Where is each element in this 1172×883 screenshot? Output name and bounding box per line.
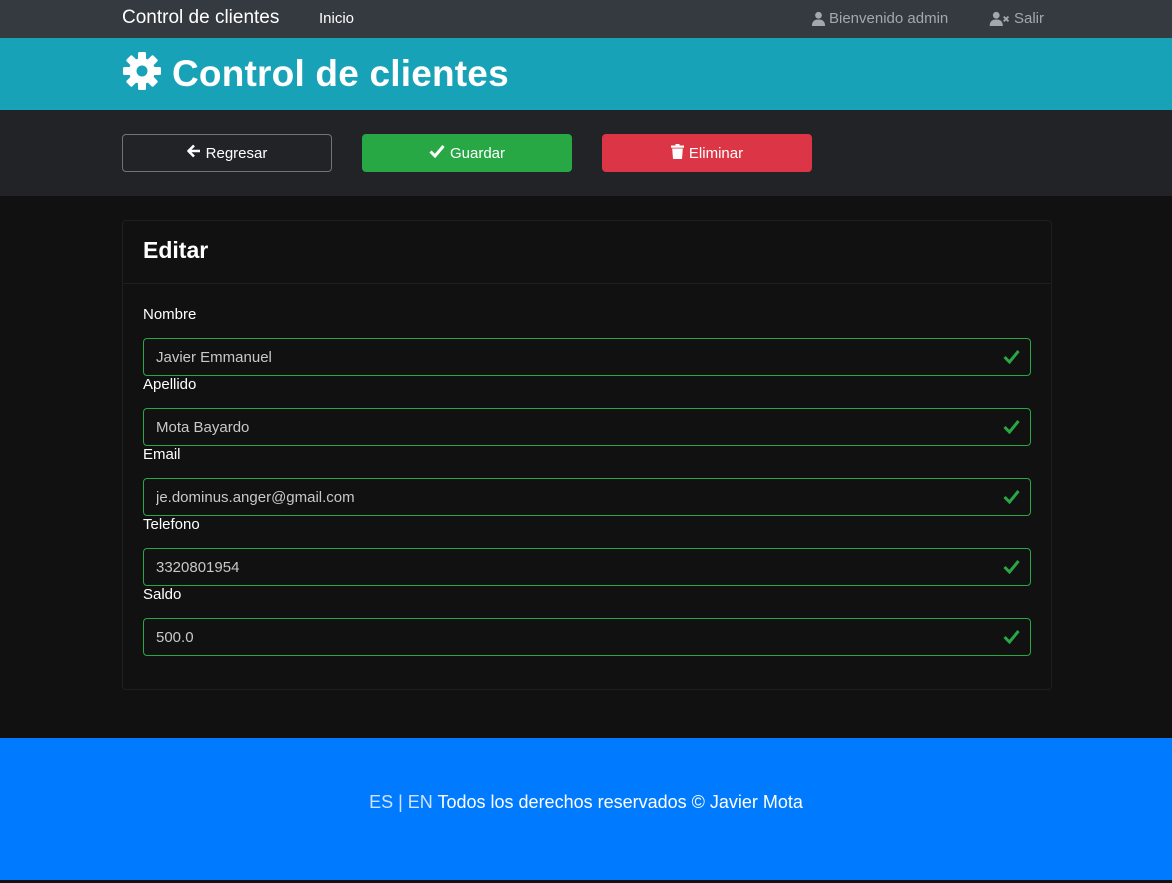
- valid-check-icon: [1003, 629, 1020, 649]
- form-group-nombre: Nombre: [143, 306, 1031, 376]
- valid-check-icon: [1003, 489, 1020, 509]
- back-button-label: Regresar: [205, 144, 268, 162]
- form-group-saldo: Saldo: [143, 586, 1031, 656]
- saldo-input[interactable]: [144, 619, 1030, 655]
- action-bar: Regresar Guardar Eliminar: [0, 110, 1172, 196]
- nav-logout-label: Salir: [1014, 10, 1045, 27]
- saldo-label: Saldo: [143, 586, 182, 603]
- delete-button[interactable]: Eliminar: [602, 134, 812, 172]
- navbar-brand[interactable]: Control de clientes: [122, 7, 279, 29]
- valid-check-icon: [1003, 349, 1020, 369]
- nombre-field: [143, 338, 1031, 376]
- check-icon: [429, 144, 445, 162]
- email-input[interactable]: [144, 479, 1030, 515]
- form-group-telefono: Telefono: [143, 516, 1031, 586]
- card-title: Editar: [143, 237, 209, 263]
- edit-card: Editar Nombre Apellido Email Telefono: [122, 220, 1052, 690]
- valid-check-icon: [1003, 419, 1020, 439]
- footer-text: ES | EN Todos los derechos reservados © …: [0, 792, 1172, 813]
- copyright-text: Todos los derechos reservados © Javier M…: [437, 792, 803, 812]
- nav-logout-link[interactable]: Salir: [989, 10, 1044, 27]
- telefono-input[interactable]: [144, 549, 1030, 585]
- nav-link-inicio[interactable]: Inicio: [319, 10, 354, 27]
- lang-separator: |: [398, 792, 403, 812]
- card-header: Editar: [123, 221, 1051, 284]
- nombre-label: Nombre: [143, 306, 197, 323]
- valid-check-icon: [1003, 559, 1020, 579]
- user-times-icon: [989, 11, 1011, 26]
- apellido-input[interactable]: [144, 409, 1030, 445]
- arrow-left-icon: [186, 144, 201, 162]
- user-icon: [811, 11, 826, 26]
- lang-en-link[interactable]: EN: [408, 792, 433, 812]
- gear-icon: [122, 51, 162, 96]
- lang-es-link[interactable]: ES: [369, 792, 393, 812]
- apellido-field: [143, 408, 1031, 446]
- nav-welcome-label: Bienvenido admin: [829, 10, 949, 27]
- page-footer: ES | EN Todos los derechos reservados © …: [0, 738, 1172, 880]
- telefono-label: Telefono: [143, 516, 200, 533]
- delete-button-label: Eliminar: [688, 144, 744, 162]
- nombre-input[interactable]: [144, 339, 1030, 375]
- form-group-apellido: Apellido: [143, 376, 1031, 446]
- email-label: Email: [143, 446, 181, 463]
- nav-welcome-link[interactable]: Bienvenido admin: [811, 10, 948, 27]
- page-header: Control de clientes: [0, 38, 1172, 110]
- saldo-field: [143, 618, 1031, 656]
- save-button-label: Guardar: [449, 144, 506, 162]
- page-title: Control de clientes: [172, 52, 509, 94]
- top-navbar: Control de clientes Inicio Bienvenido ad…: [0, 0, 1172, 38]
- back-button[interactable]: Regresar: [122, 134, 332, 172]
- apellido-label: Apellido: [143, 376, 197, 393]
- save-button[interactable]: Guardar: [362, 134, 572, 172]
- email-field: [143, 478, 1031, 516]
- telefono-field: [143, 548, 1031, 586]
- trash-icon: [670, 143, 684, 163]
- form-group-email: Email: [143, 446, 1031, 516]
